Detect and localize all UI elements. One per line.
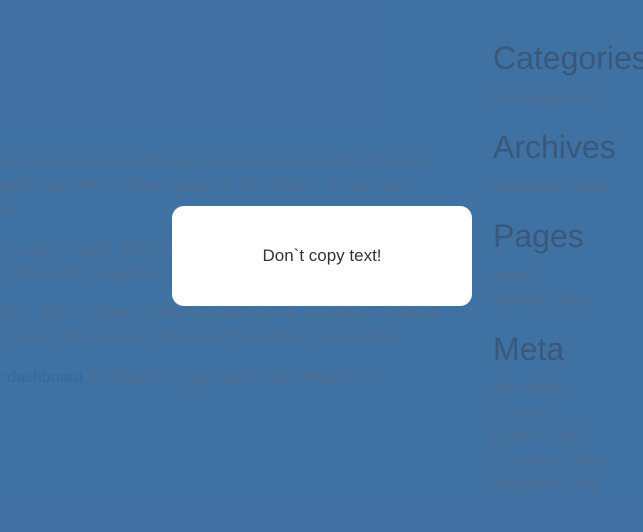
copy-warning-modal: Don`t copy text! [172,206,472,306]
modal-text: Don`t copy text! [262,246,381,266]
